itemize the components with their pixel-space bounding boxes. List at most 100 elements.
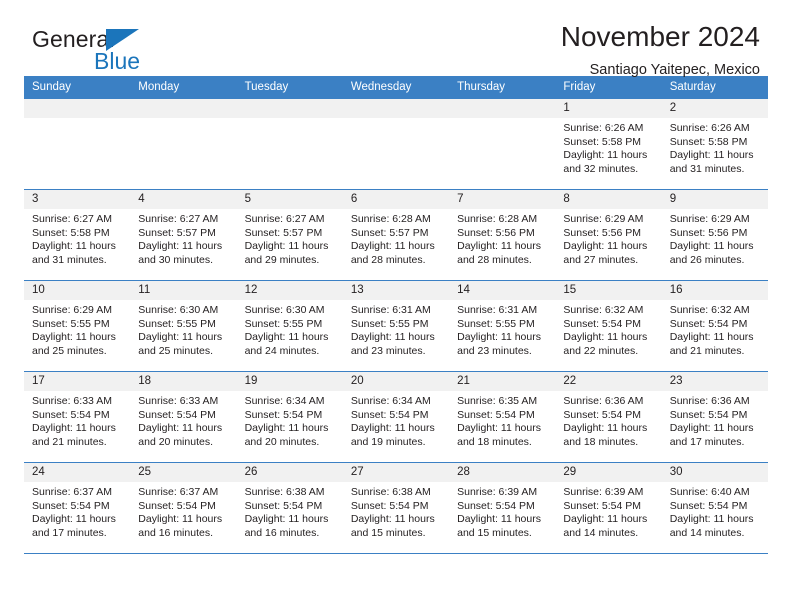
sunset-text: Sunset: 5:58 PM [32, 226, 110, 239]
sunset-text: Sunset: 5:54 PM [32, 408, 110, 421]
daylight-text: Daylight: 11 hours and 21 minutes. [32, 422, 116, 448]
sunrise-text: Sunrise: 6:34 AM [244, 395, 325, 407]
calendar-week-row: 24 Sunrise: 6:37 AM Sunset: 5:54 PM Dayligh… [24, 462, 768, 554]
calendar-day-cell[interactable]: 6 Sunrise: 6:28 AM Sunset: 5:57 PM Daylight… [342, 189, 450, 281]
sunset-text: Sunset: 5:57 PM [138, 226, 216, 239]
daylight-text: Daylight: 11 hours and 15 minutes. [457, 513, 541, 539]
day-info: Sunrise: 6:35 AM Sunset: 5:54 PM Daylight:… [449, 391, 555, 449]
sunset-text: Sunset: 5:58 PM [669, 135, 748, 148]
calendar-day-cell[interactable]: 28 Sunrise: 6:39 AM Sunset: 5:54 PM Dayligh… [449, 462, 556, 554]
sunset-text: Sunset: 5:56 PM [669, 226, 748, 239]
day-number: 23 [661, 372, 768, 391]
sunrise-text: Sunrise: 6:30 AM [244, 304, 325, 316]
calendar-day-cell[interactable]: 19 Sunrise: 6:34 AM Sunset: 5:54 PM Dayligh… [236, 371, 343, 463]
calendar-day-cell[interactable]: 12 Sunrise: 6:30 AM Sunset: 5:55 PM Dayligh… [236, 280, 343, 372]
sunrise-text: Sunrise: 6:32 AM [669, 304, 750, 316]
day-number: 11 [130, 281, 237, 300]
day-info: Sunrise: 6:26 AM Sunset: 5:58 PM Daylight:… [662, 118, 768, 176]
day-number: 22 [555, 372, 662, 391]
calendar-day-cell[interactable]: 7 Sunrise: 6:28 AM Sunset: 5:56 PM Daylight… [449, 189, 556, 281]
sunrise-text: Sunrise: 6:29 AM [669, 213, 750, 225]
sunset-text: Sunset: 5:54 PM [563, 499, 642, 512]
sunrise-text: Sunrise: 6:36 AM [563, 395, 644, 407]
day-info: Sunrise: 6:36 AM Sunset: 5:54 PM Daylight:… [555, 391, 661, 449]
sunset-text: Sunset: 5:54 PM [138, 499, 216, 512]
day-number: 13 [342, 281, 450, 300]
calendar-day-cell[interactable]: 17 Sunrise: 6:33 AM Sunset: 5:54 PM Dayligh… [24, 371, 131, 463]
calendar-day-cell[interactable]: 24 Sunrise: 6:37 AM Sunset: 5:54 PM Dayligh… [24, 462, 131, 554]
calendar-week-row: 10 Sunrise: 6:29 AM Sunset: 5:55 PM Dayligh… [24, 280, 768, 372]
calendar-day-cell[interactable]: 29 Sunrise: 6:39 AM Sunset: 5:54 PM Dayligh… [555, 462, 662, 554]
day-info: Sunrise: 6:27 AM Sunset: 5:57 PM Daylight:… [237, 209, 343, 267]
daylight-text: Daylight: 11 hours and 23 minutes. [457, 331, 541, 357]
calendar-day-cell[interactable]: 11 Sunrise: 6:30 AM Sunset: 5:55 PM Dayligh… [130, 280, 237, 372]
sunset-text: Sunset: 5:54 PM [138, 408, 216, 421]
weekday-header-thursday: Thursday [449, 76, 556, 99]
daylight-text: Daylight: 11 hours and 20 minutes. [138, 422, 223, 448]
calendar-page: General Blue November 2024 Santiago Yait… [0, 0, 792, 612]
sunset-text: Sunset: 5:55 PM [350, 317, 429, 330]
calendar-day-cell[interactable]: 10 Sunrise: 6:29 AM Sunset: 5:55 PM Dayligh… [24, 280, 131, 372]
day-number [449, 99, 556, 118]
day-info: Sunrise: 6:39 AM Sunset: 5:54 PM Daylight:… [449, 482, 555, 540]
calendar-day-cell[interactable]: 13 Sunrise: 6:31 AM Sunset: 5:55 PM Dayligh… [342, 280, 450, 372]
sunrise-text: Sunrise: 6:34 AM [350, 395, 431, 407]
day-number: 3 [24, 190, 131, 209]
masthead: General Blue November 2024 Santiago Yait… [24, 0, 768, 78]
calendar-day-cell[interactable]: 22 Sunrise: 6:36 AM Sunset: 5:54 PM Dayligh… [555, 371, 662, 463]
sunset-text: Sunset: 5:55 PM [32, 317, 110, 330]
day-info: Sunrise: 6:34 AM Sunset: 5:54 PM Daylight:… [343, 391, 449, 449]
daylight-text: Daylight: 11 hours and 14 minutes. [563, 513, 648, 539]
calendar-day-cell[interactable]: 5 Sunrise: 6:27 AM Sunset: 5:57 PM Daylight… [236, 189, 343, 281]
calendar-day-cell[interactable]: 4 Sunrise: 6:27 AM Sunset: 5:57 PM Daylight… [130, 189, 237, 281]
calendar-day-cell[interactable]: 27 Sunrise: 6:38 AM Sunset: 5:54 PM Dayligh… [342, 462, 450, 554]
weekday-header-wednesday: Wednesday [342, 76, 450, 99]
day-info: Sunrise: 6:37 AM Sunset: 5:54 PM Daylight:… [24, 482, 130, 540]
day-number: 17 [24, 372, 131, 391]
sunset-text: Sunset: 5:54 PM [669, 408, 748, 421]
sunrise-text: Sunrise: 6:37 AM [138, 486, 219, 498]
day-number [342, 99, 450, 118]
daylight-text: Daylight: 11 hours and 26 minutes. [669, 240, 754, 266]
calendar-day-cell[interactable]: 18 Sunrise: 6:33 AM Sunset: 5:54 PM Dayligh… [130, 371, 237, 463]
calendar-day-cell[interactable]: 20 Sunrise: 6:34 AM Sunset: 5:54 PM Dayligh… [342, 371, 450, 463]
calendar-day-cell[interactable]: 15 Sunrise: 6:32 AM Sunset: 5:54 PM Dayligh… [555, 280, 662, 372]
day-info: Sunrise: 6:28 AM Sunset: 5:57 PM Daylight:… [343, 209, 449, 267]
day-number: 21 [449, 372, 556, 391]
sunset-text: Sunset: 5:54 PM [350, 408, 429, 421]
daylight-text: Daylight: 11 hours and 17 minutes. [32, 513, 116, 539]
calendar-week-row: 1 Sunrise: 6:26 AM Sunset: 5:58 PM Daylight… [24, 99, 768, 190]
calendar-day-cell[interactable]: 3 Sunrise: 6:27 AM Sunset: 5:58 PM Daylight… [24, 189, 131, 281]
page-subtitle: Santiago Yaitepec, Mexico [589, 62, 760, 78]
daylight-text: Daylight: 11 hours and 28 minutes. [457, 240, 541, 266]
sunrise-text: Sunrise: 6:38 AM [244, 486, 325, 498]
calendar-day-cell[interactable]: 8 Sunrise: 6:29 AM Sunset: 5:56 PM Daylight… [555, 189, 662, 281]
calendar-day-cell[interactable]: 21 Sunrise: 6:35 AM Sunset: 5:54 PM Dayligh… [449, 371, 556, 463]
calendar-day-cell[interactable]: 16 Sunrise: 6:32 AM Sunset: 5:54 PM Dayligh… [661, 280, 768, 372]
sunrise-text: Sunrise: 6:27 AM [32, 213, 112, 225]
calendar-day-cell[interactable]: 2 Sunrise: 6:26 AM Sunset: 5:58 PM Daylight… [661, 99, 768, 190]
calendar-day-cell[interactable]: 14 Sunrise: 6:31 AM Sunset: 5:55 PM Dayligh… [449, 280, 556, 372]
calendar-day-cell[interactable]: 30 Sunrise: 6:40 AM Sunset: 5:54 PM Dayligh… [661, 462, 768, 554]
sunset-text: Sunset: 5:55 PM [244, 317, 323, 330]
day-info: Sunrise: 6:32 AM Sunset: 5:54 PM Daylight:… [662, 300, 768, 358]
calendar-cell-empty [342, 99, 450, 190]
daylight-text: Daylight: 11 hours and 22 minutes. [563, 331, 648, 357]
sunrise-text: Sunrise: 6:33 AM [138, 395, 219, 407]
general-blue-logo[interactable]: General Blue [32, 26, 242, 78]
daylight-text: Daylight: 11 hours and 20 minutes. [244, 422, 329, 448]
calendar-day-cell[interactable]: 23 Sunrise: 6:36 AM Sunset: 5:54 PM Dayligh… [661, 371, 768, 463]
daylight-text: Daylight: 11 hours and 28 minutes. [350, 240, 435, 266]
sunrise-text: Sunrise: 6:35 AM [457, 395, 538, 407]
day-number: 30 [661, 463, 768, 482]
daylight-text: Daylight: 11 hours and 21 minutes. [669, 331, 754, 357]
calendar-day-cell[interactable]: 25 Sunrise: 6:37 AM Sunset: 5:54 PM Dayligh… [130, 462, 237, 554]
calendar-day-cell[interactable]: 26 Sunrise: 6:38 AM Sunset: 5:54 PM Dayligh… [236, 462, 343, 554]
day-info: Sunrise: 6:30 AM Sunset: 5:55 PM Daylight:… [130, 300, 236, 358]
day-number: 29 [555, 463, 662, 482]
calendar-day-cell[interactable]: 1 Sunrise: 6:26 AM Sunset: 5:58 PM Daylight… [555, 99, 662, 190]
sunrise-text: Sunrise: 6:29 AM [563, 213, 644, 225]
day-info: Sunrise: 6:39 AM Sunset: 5:54 PM Daylight:… [555, 482, 661, 540]
calendar-day-cell[interactable]: 9 Sunrise: 6:29 AM Sunset: 5:56 PM Daylight… [661, 189, 768, 281]
logo-text-blue: Blue [94, 48, 141, 74]
